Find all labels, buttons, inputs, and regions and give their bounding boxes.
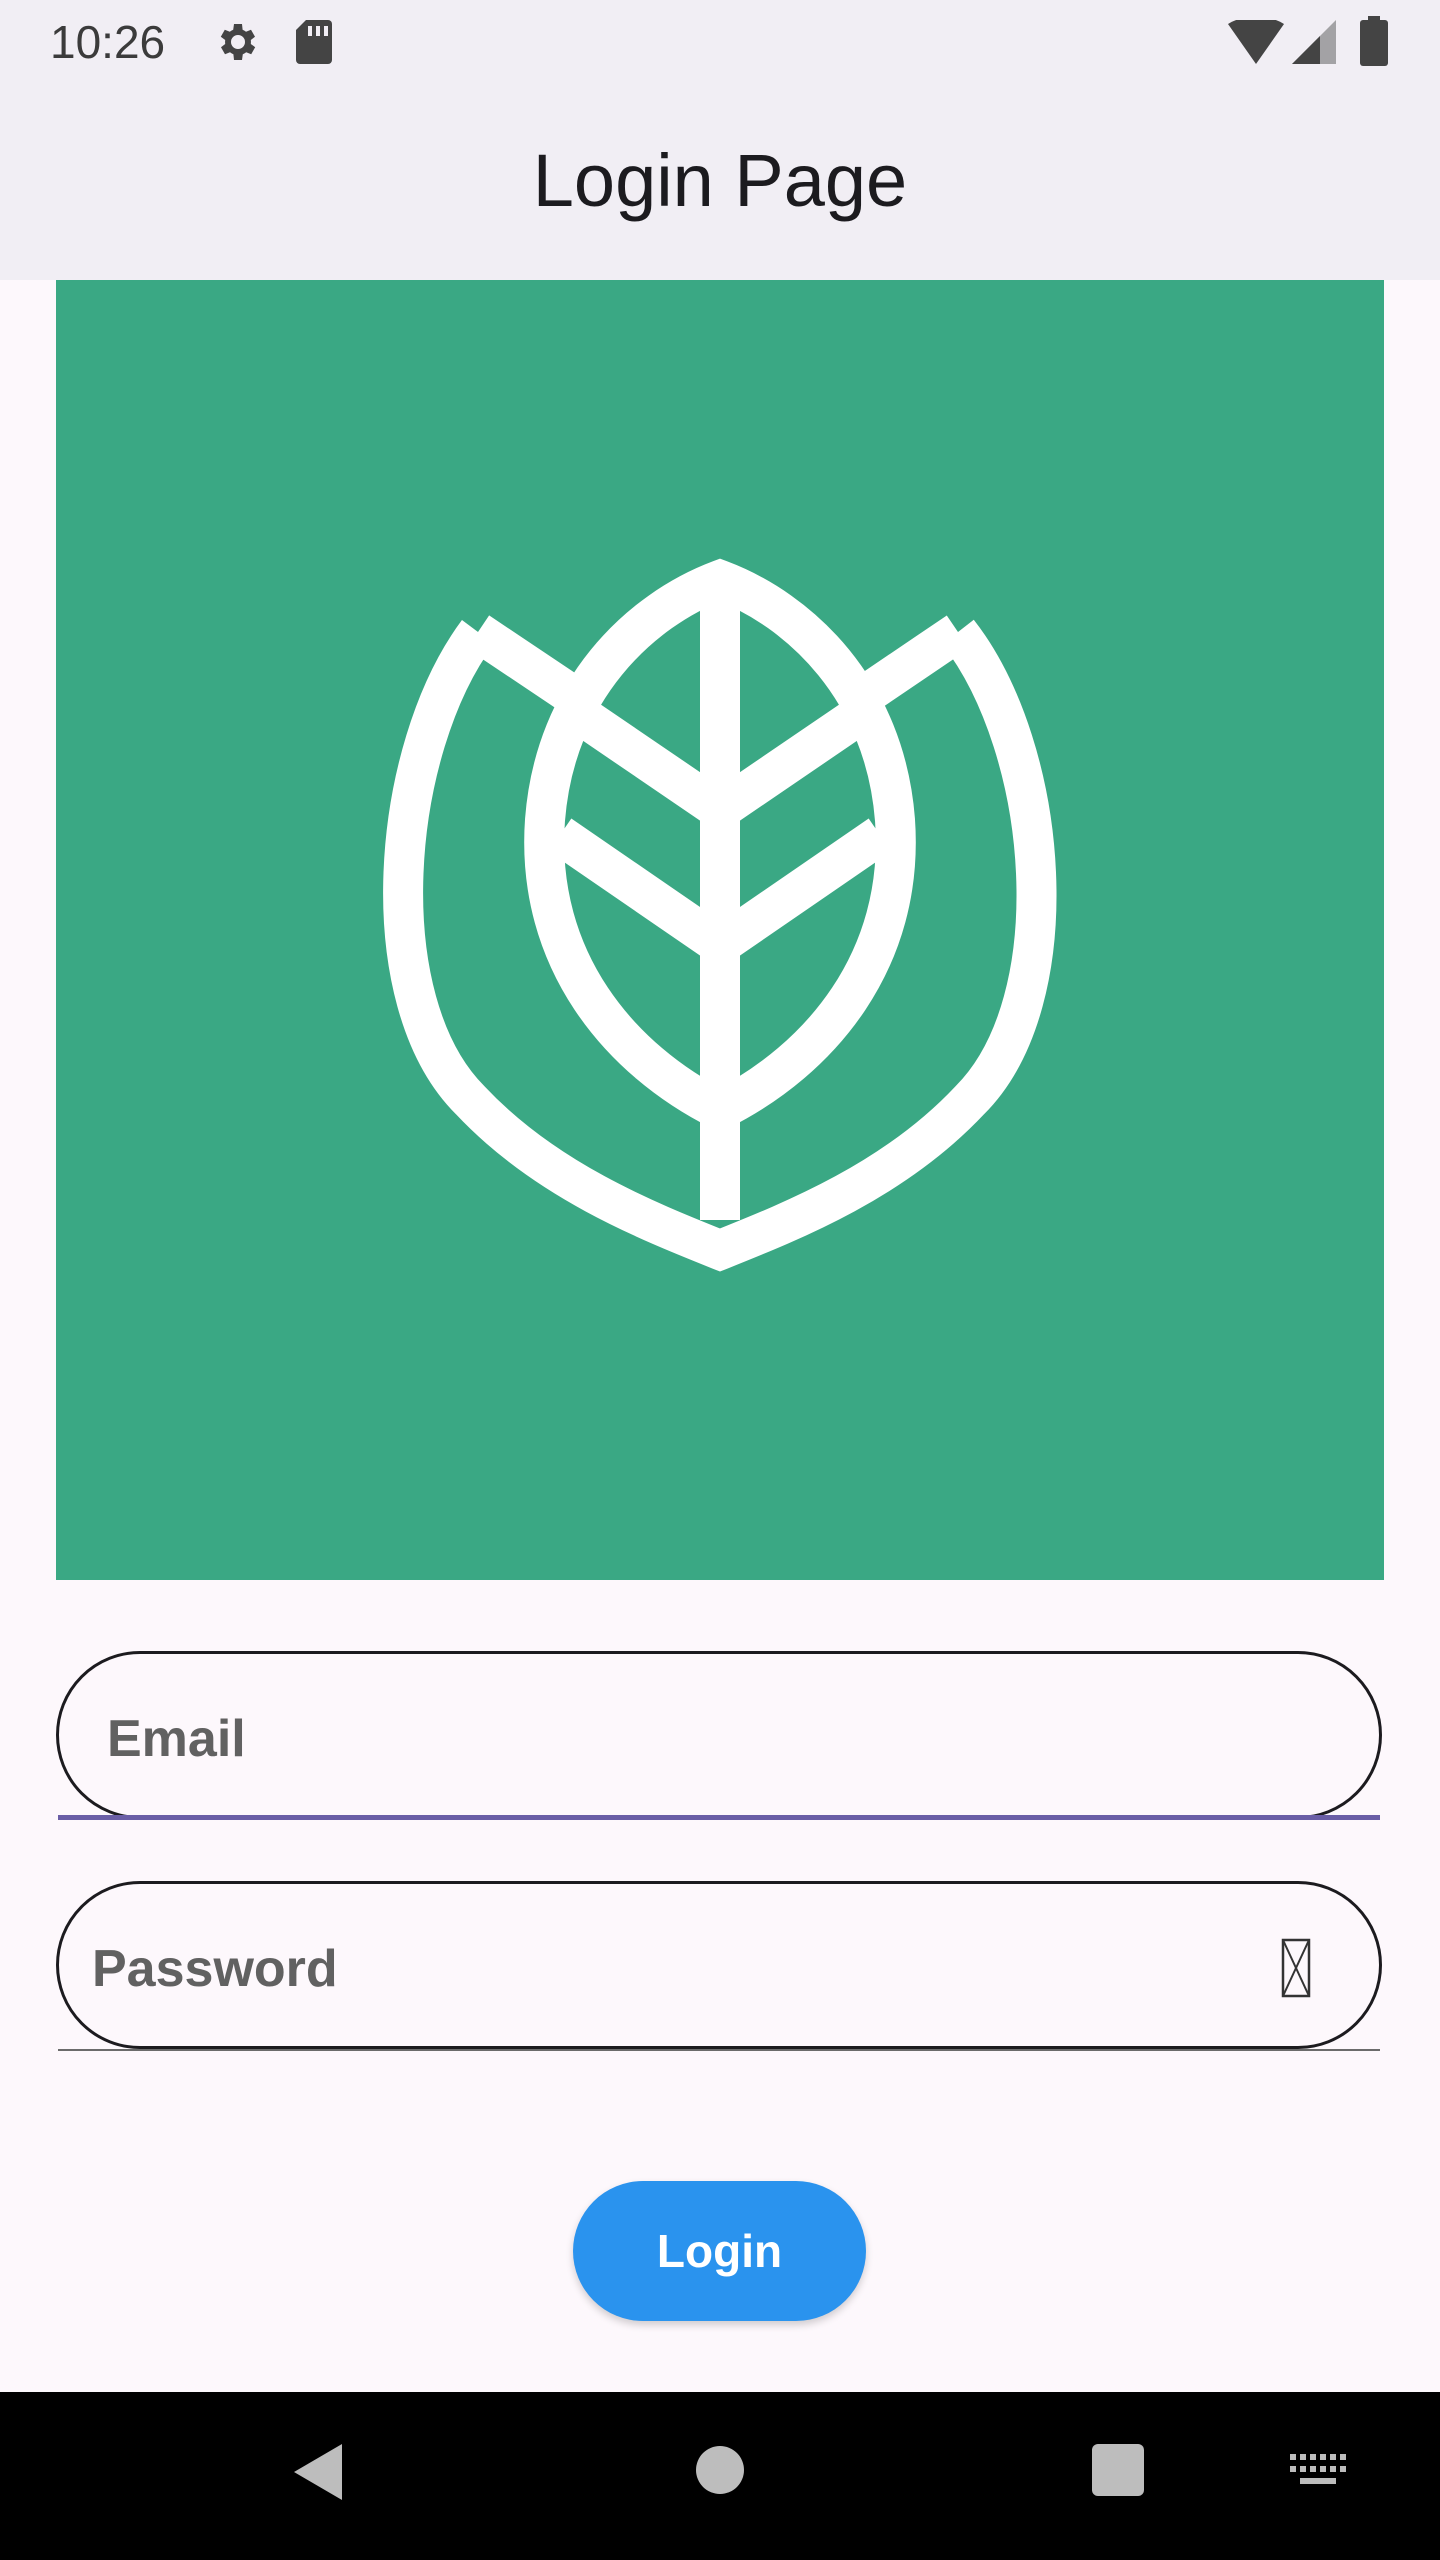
- page-title: Login Page: [532, 139, 908, 222]
- navigation-bar: [0, 2392, 1440, 2560]
- password-field[interactable]: Password: [56, 1881, 1382, 2049]
- signal-icon: [1292, 20, 1336, 64]
- app-bar: Login Page: [0, 84, 1440, 280]
- battery-icon: [1360, 16, 1388, 66]
- email-field[interactable]: Email: [56, 1651, 1382, 1819]
- password-label: Password: [92, 1940, 338, 1998]
- back-icon[interactable]: [290, 2442, 346, 2502]
- sd-card-icon: [296, 20, 332, 64]
- logo-image: [56, 280, 1384, 1580]
- keyboard-icon[interactable]: [1290, 2454, 1346, 2488]
- leaf-shield-logo-icon: [383, 558, 1057, 1272]
- email-label: Email: [107, 1710, 246, 1768]
- wifi-icon: [1228, 20, 1284, 64]
- home-icon[interactable]: [694, 2444, 746, 2496]
- email-field-underline: [58, 1815, 1380, 1820]
- login-button[interactable]: Login: [573, 2181, 866, 2321]
- visibility-toggle-icon[interactable]: [1281, 1938, 1311, 1998]
- settings-icon: [220, 24, 256, 60]
- recents-icon[interactable]: [1092, 2444, 1144, 2496]
- password-field-underline: [58, 2049, 1380, 2051]
- status-bar: 10:26: [0, 0, 1440, 84]
- status-time: 10:26: [50, 16, 166, 68]
